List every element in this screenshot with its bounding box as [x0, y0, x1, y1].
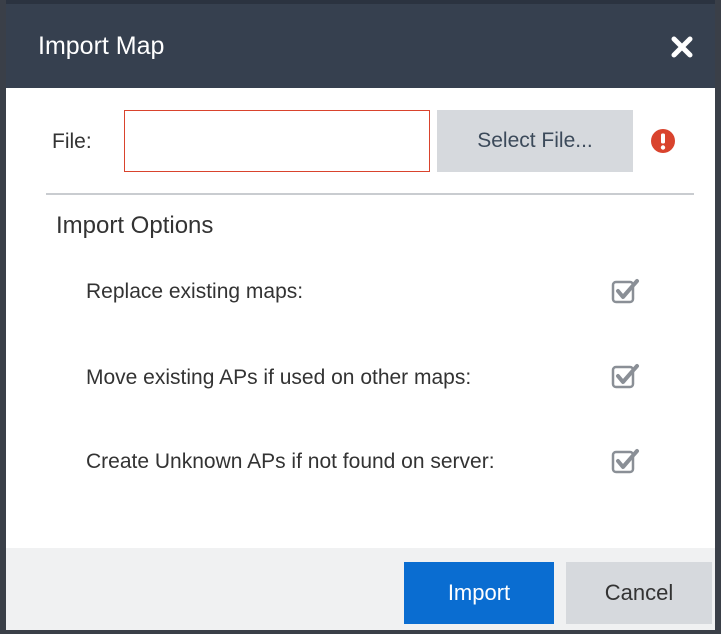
- option-move-aps-label: Move existing APs if used on other maps:: [86, 366, 472, 389]
- checkbox-checked-icon: [611, 364, 639, 389]
- cancel-button[interactable]: Cancel: [566, 562, 712, 624]
- option-replace-maps-label: Replace existing maps:: [86, 280, 304, 303]
- checkbox-checked-icon: [611, 279, 639, 304]
- close-button[interactable]: [667, 32, 697, 62]
- import-options-heading: Import Options: [56, 212, 214, 239]
- file-row: File: Select File...: [6, 88, 715, 194]
- select-file-button[interactable]: Select File...: [437, 110, 633, 172]
- import-map-dialog: Import Map File: Select File... Import O…: [0, 0, 721, 634]
- divider: [46, 193, 694, 195]
- dialog-header: Import Map: [6, 0, 715, 88]
- close-icon: [671, 36, 693, 58]
- dialog-title: Import Map: [38, 32, 165, 60]
- import-button[interactable]: Import: [404, 562, 554, 624]
- dialog-footer: Import Cancel: [6, 548, 715, 630]
- exclamation-circle-icon: [651, 129, 675, 153]
- option-create-unknown-aps-label: Create Unknown APs if not found on serve…: [86, 450, 495, 473]
- file-input[interactable]: [124, 110, 430, 172]
- option-move-aps-checkbox[interactable]: [610, 361, 642, 393]
- file-label: File:: [52, 130, 92, 153]
- option-replace-maps-checkbox[interactable]: [610, 276, 642, 308]
- checkbox-checked-icon: [611, 449, 639, 474]
- option-create-unknown-aps-checkbox[interactable]: [610, 446, 642, 478]
